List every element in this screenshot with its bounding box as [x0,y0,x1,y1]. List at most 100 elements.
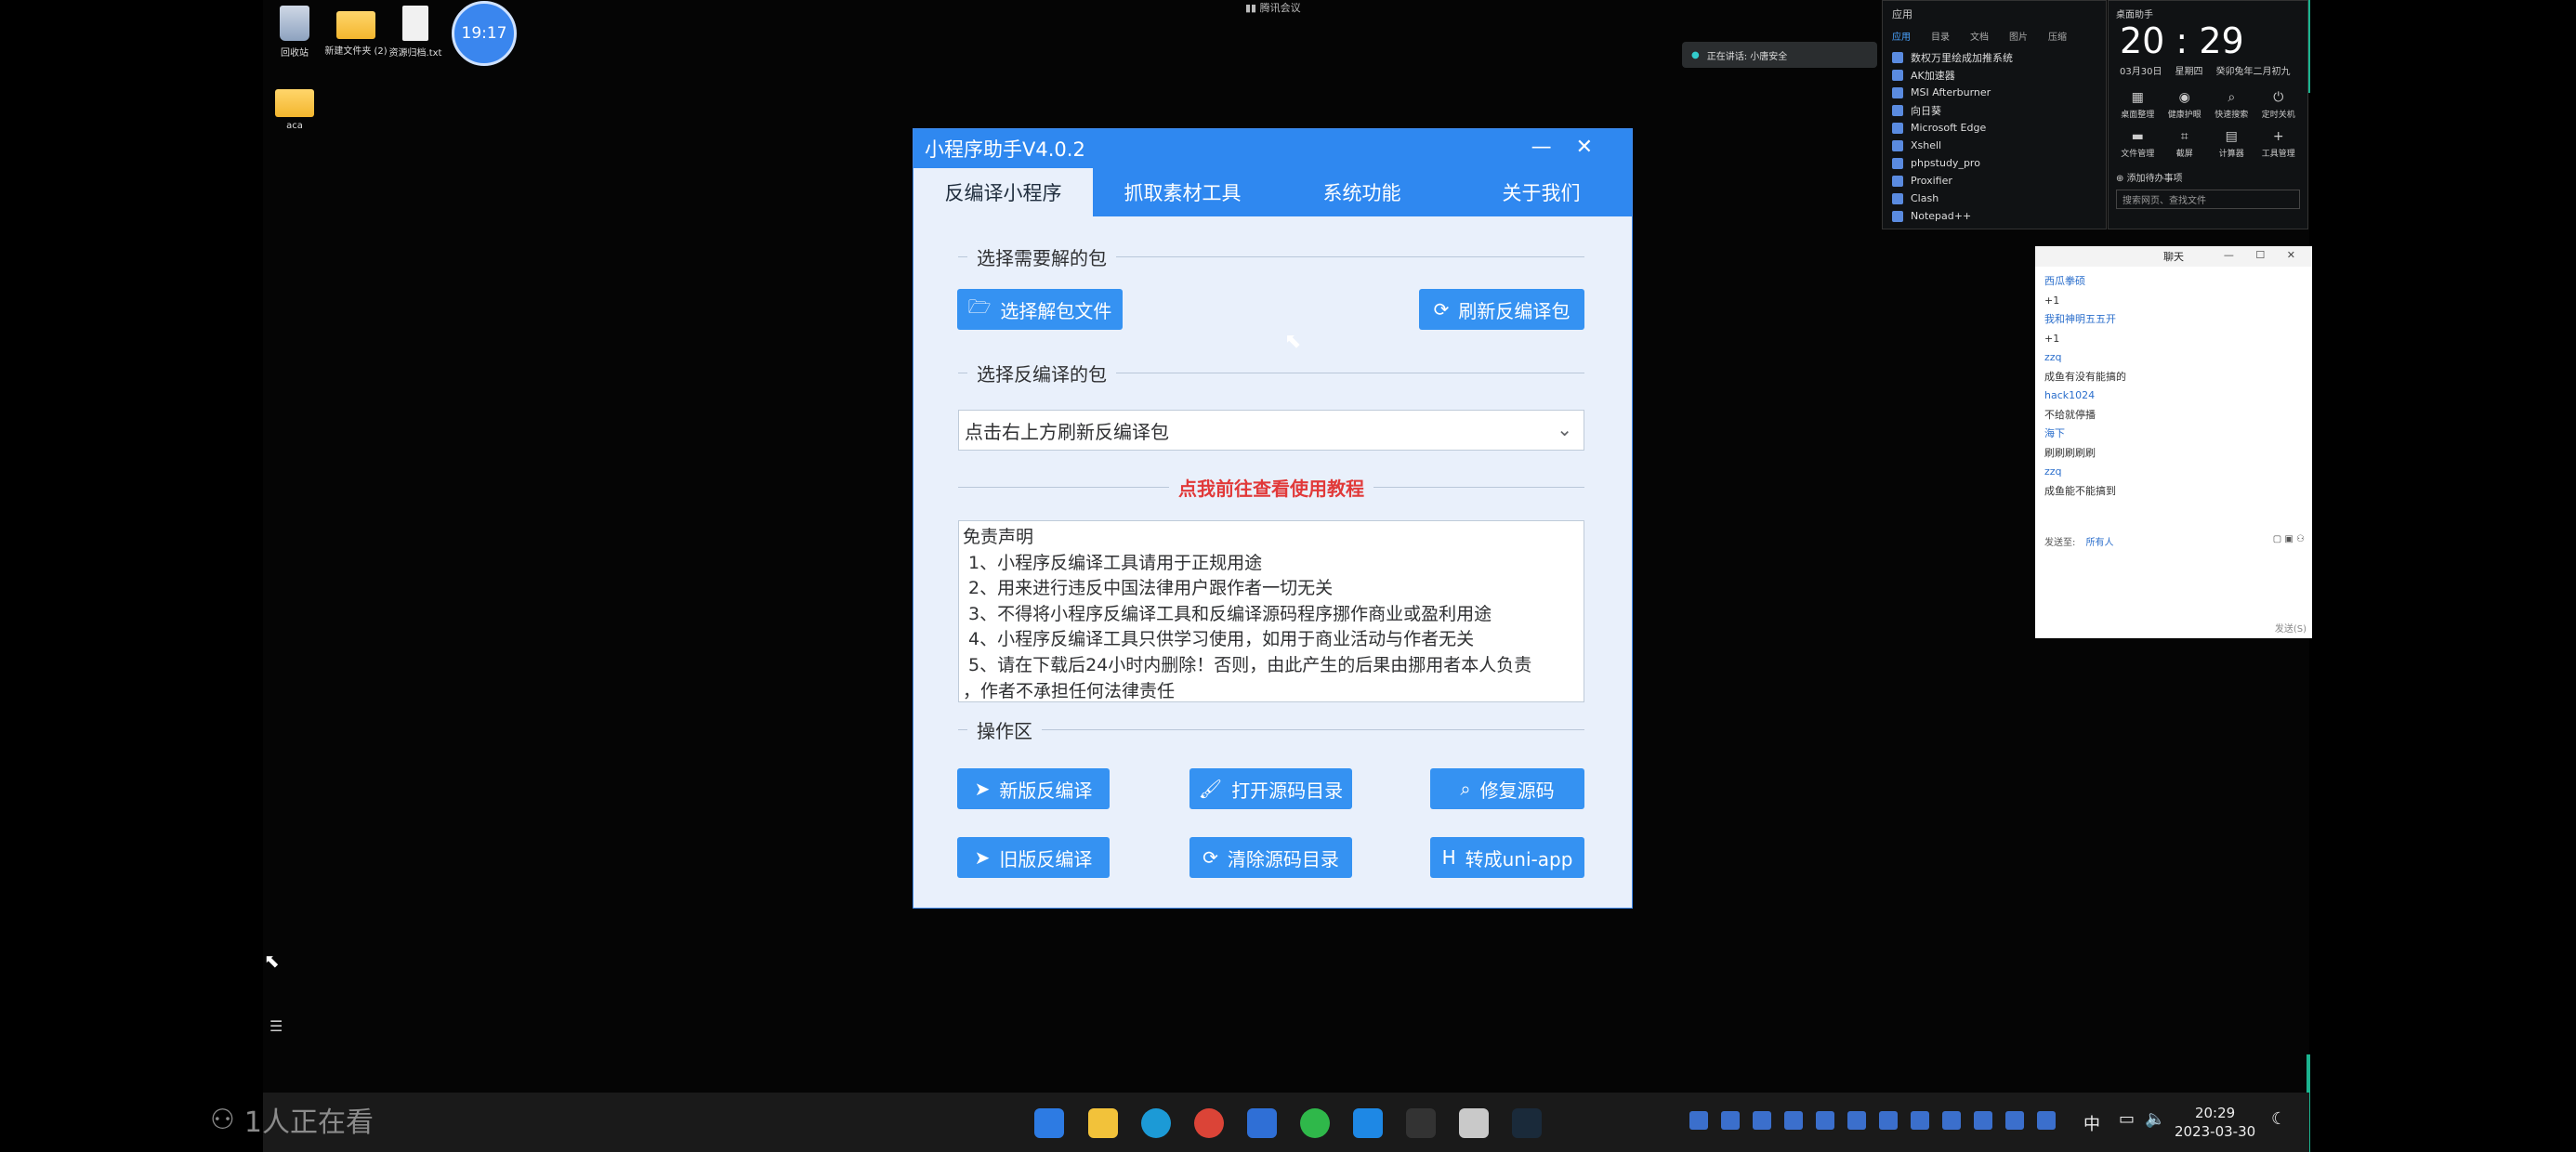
terminal-icon[interactable] [1512,1108,1542,1138]
tutorial-link[interactable]: 点我前往查看使用教程 [1169,474,1373,501]
chat-message: 成鱼能不能搞到 [2044,484,2116,497]
tab-decompile[interactable]: 反编译小程序 [913,168,1093,216]
minimize-icon[interactable]: — [1531,136,1576,159]
convert-uniapp-button[interactable]: H 转成uni-app [1430,837,1584,878]
section-operations: 操作区 [958,715,1584,743]
tray-icon[interactable] [2005,1111,2024,1130]
tray-icon[interactable] [1721,1111,1740,1130]
apps-tab[interactable]: 文档 [1970,29,1989,43]
disclaimer-textarea[interactable]: 免责声明 1、小程序反编译工具请用于正规用途 2、用来进行违反中国法律用户跟作者… [958,520,1584,702]
app-icon[interactable] [1247,1108,1277,1138]
app-item-label: Xshell [1911,139,1942,151]
chat-send-button[interactable]: 发送(S) [2275,621,2307,635]
wechat-icon[interactable] [1300,1108,1330,1138]
shortcut-label: 文件管理 [2121,150,2155,159]
app-item[interactable]: MSI Afterburner [1883,84,2106,101]
app-icon [1892,69,1903,81]
decompile-package-select[interactable]: 点击右上方刷新反编译包 ⌄ [958,410,1584,451]
add-circle-icon: ⊕ [2116,174,2127,184]
desktop-icon-recycle-bin[interactable]: 回收站 [262,6,327,59]
chat-send-target: 发送至: 所有人 ▢ ▣ ⚇ [2035,534,2312,548]
old-decompile-button[interactable]: ➤ 旧版反编译 [957,837,1110,878]
plus-icon: + [2272,129,2284,144]
desktop-helper-widget: 桌面助手 20 : 29 03月30日 星期四 癸卯兔年二月初九 ▦ 桌面整理 ◉… [2108,0,2308,229]
helper-shortcut[interactable]: ⌕ 快速搜索 [2208,90,2255,120]
open-source-dir-button[interactable]: 🖌 打开源码目录 [1189,768,1352,809]
app-item-label: MSI Afterburner [1911,86,1991,98]
network-icon[interactable]: ▭ [2119,1109,2135,1129]
floating-clock-bubble[interactable]: 19:17 [452,1,517,66]
tab-scrape-tools[interactable]: 抓取素材工具 [1093,168,1272,216]
app-item-label: Clash [1911,192,1939,204]
apps-tab[interactable]: 目录 [1931,29,1950,43]
app-item[interactable]: Xshell [1883,137,2106,154]
meeting-app-icon[interactable] [1353,1108,1383,1138]
text-file-icon [402,6,428,41]
chat-username: 我和神明五五开 [2044,313,2116,325]
tray-icon[interactable] [1816,1111,1834,1130]
tab-system[interactable]: 系统功能 [1272,168,1452,216]
tray-icon[interactable] [1911,1111,1929,1130]
apps-tab[interactable]: 压缩 [2048,29,2067,43]
helper-shortcut[interactable]: ⏻ 定时关机 [2255,90,2303,120]
helper-shortcut[interactable]: ▦ 桌面整理 [2114,90,2162,120]
tray-icon[interactable] [1847,1111,1866,1130]
app-item[interactable]: Microsoft Edge [1883,119,2106,137]
tray-icon[interactable] [1974,1111,1992,1130]
chat-tools-icon[interactable]: ▢ ▣ ⚇ [2273,534,2305,544]
lightbulb-icon[interactable] [1406,1108,1436,1138]
apps-tab[interactable]: 应用 [1892,29,1911,43]
notification-icon[interactable]: ☾ [2271,1109,2286,1129]
app-item[interactable]: Clash [1883,190,2106,207]
edge-browser-icon[interactable] [1141,1108,1171,1138]
tray-icon[interactable] [1689,1111,1708,1130]
app-item[interactable]: 数权万里绘成加推系统 [1883,48,2106,66]
app-item[interactable]: AK加速器 [1883,66,2106,84]
helper-shortcut[interactable]: + 工具管理 [2255,129,2303,159]
tab-about[interactable]: 关于我们 [1452,168,1631,216]
chat-window-controls[interactable]: — ☐ ✕ [2224,249,2305,261]
helper-shortcut[interactable]: ▤ 计算器 [2208,129,2255,159]
app-item[interactable]: Notepad++ [1883,207,2106,225]
chrome-browser-icon[interactable] [1194,1108,1224,1138]
helper-shortcut[interactable]: ⌗ 截屏 [2162,129,2209,159]
search-icon: ⌕ [1460,778,1471,800]
folder-icon [336,11,375,39]
desktop-icon-new-folder[interactable]: 新建文件夹 (2) [323,6,388,57]
start-menu-icon[interactable] [1034,1108,1064,1138]
helper-shortcut[interactable]: ◉ 健康护眼 [2162,90,2209,120]
select-package-file-button[interactable]: 🗁 选择解包文件 [957,289,1123,330]
clear-source-dir-button[interactable]: ⟳ 清除源码目录 [1189,837,1352,878]
desktop-icon-aca-folder[interactable]: aca [262,84,327,131]
todo-add[interactable]: ⊕ 添加待办事项 [2109,170,2307,184]
tool-app-icon[interactable] [1459,1108,1489,1138]
chat-username: 西瓜拳硕 [2044,275,2085,287]
tray-icon[interactable] [1753,1111,1771,1130]
tray-icon[interactable] [2037,1111,2056,1130]
refresh-decompile-package-button[interactable]: ⟳ 刷新反编译包 [1419,289,1584,330]
chat-username: hack1024 [2044,389,2096,401]
tray-icon[interactable] [1784,1111,1803,1130]
send-to-select[interactable]: 所有人 [2086,538,2114,548]
apps-tab[interactable]: 图片 [2009,29,2028,43]
app-item[interactable]: Proxifier [1883,172,2106,190]
close-icon[interactable]: ✕ [1576,136,1617,159]
tray-icon[interactable] [1879,1111,1898,1130]
new-decompile-button[interactable]: ➤ 新版反编译 [957,768,1110,809]
paper-plane-icon: ➤ [974,778,991,800]
file-explorer-icon[interactable] [1088,1108,1118,1138]
app-item[interactable]: phpstudy_pro [1883,154,2106,172]
ime-indicator[interactable]: 中 [2083,1111,2100,1135]
window-controls[interactable]: —✕ [1531,136,1617,159]
tray-icon[interactable] [1942,1111,1961,1130]
app-item-label: Notepad++ [1911,210,1972,222]
volume-icon[interactable]: 🔈 [2145,1109,2165,1129]
helper-search-input[interactable]: 搜索网页、查找文件 [2116,190,2300,209]
desktop-icon-text-file[interactable]: 资源归档.txt [383,6,448,59]
app-item[interactable]: 向日葵 [1883,101,2106,119]
chat-messages: 西瓜拳硕 +1 我和神明五五开 +1 zzq 成鱼有没有能搞的 hack1024… [2035,267,2312,506]
taskbar-clock[interactable]: 20:29 2023-03-30 [2175,1104,2255,1141]
helper-date: 03月30日 [2120,67,2162,77]
helper-shortcut[interactable]: ▬ 文件管理 [2114,129,2162,159]
repair-source-button[interactable]: ⌕ 修复源码 [1430,768,1584,809]
